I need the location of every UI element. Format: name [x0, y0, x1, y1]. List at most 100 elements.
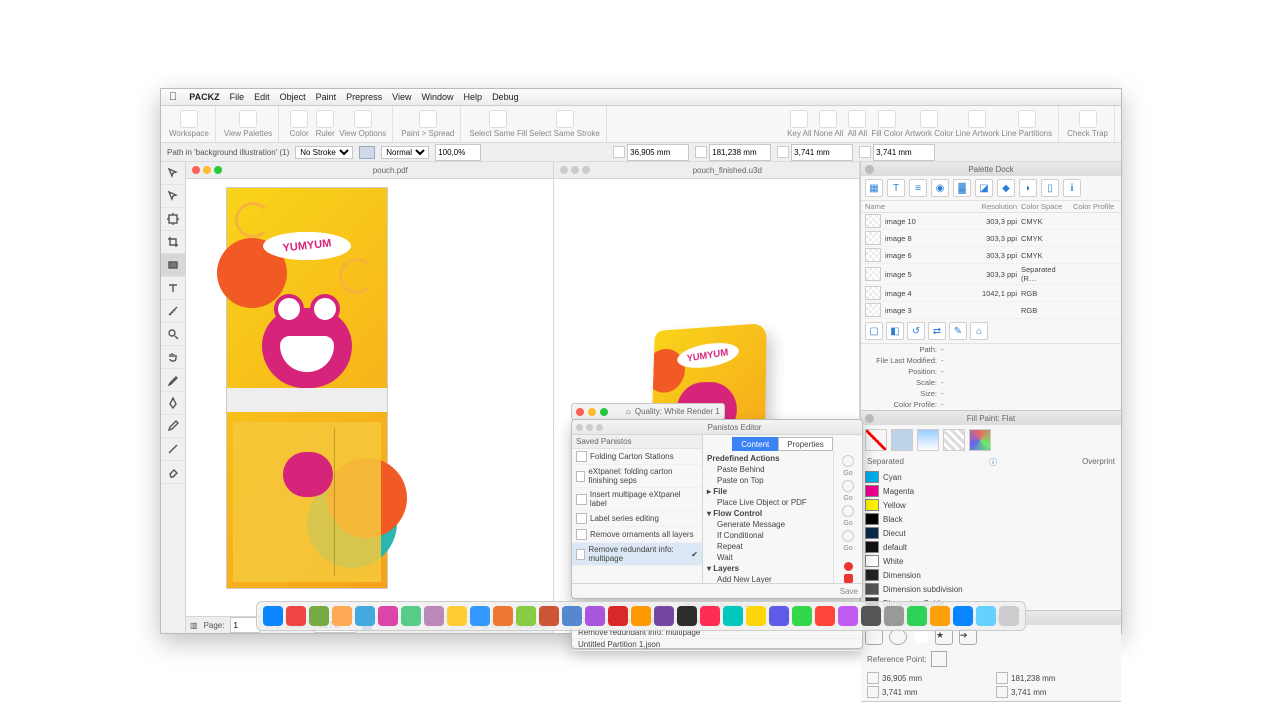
h-input[interactable] — [873, 144, 935, 161]
tool-text[interactable] — [161, 277, 185, 300]
fill-overprint[interactable]: Overprint — [1082, 457, 1115, 468]
dock-app-icon[interactable] — [424, 606, 444, 626]
dock-app-icon[interactable] — [792, 606, 812, 626]
toolbar-select-same-fill[interactable]: Select Same Fill — [469, 110, 527, 138]
toolbar-check-trap[interactable]: Check Trap — [1067, 110, 1108, 138]
img-action-1[interactable]: ▢ — [865, 322, 883, 340]
tab-info-icon[interactable]: i — [1063, 179, 1081, 197]
toolbar-none-all[interactable]: None All — [814, 110, 844, 138]
panisto-item[interactable]: Remove redundant info: multipage✔ — [572, 543, 702, 566]
separation-row[interactable]: White — [861, 554, 1121, 568]
fill-none-icon[interactable] — [865, 429, 887, 451]
separation-row[interactable]: Magenta — [861, 484, 1121, 498]
close-icon[interactable] — [865, 414, 874, 423]
tool-zoom[interactable] — [161, 323, 185, 346]
dock-app-icon[interactable] — [447, 606, 467, 626]
panisto-step-3[interactable] — [842, 505, 854, 517]
mac-menubar[interactable]:  PACKZ File Edit Object Paint Prepress … — [161, 89, 1121, 106]
menu-edit[interactable]: Edit — [254, 92, 270, 102]
menu-object[interactable]: Object — [280, 92, 306, 102]
panistos-editor[interactable]: Panistos Editor Saved Panistos Folding C… — [571, 419, 863, 599]
tool-measure[interactable] — [161, 300, 185, 323]
panisto-item[interactable]: eXtpanel: folding carton finishing seps — [572, 465, 702, 488]
image-row[interactable]: image 8303,3 ppiCMYK — [861, 230, 1121, 247]
separation-row[interactable]: Diecut — [861, 526, 1121, 540]
tab-distort-icon[interactable]: ◪ — [975, 179, 993, 197]
dock-app-icon[interactable] — [608, 606, 628, 626]
palette-dock-tabs[interactable]: ▦ T ≡ ◉ ▓ ◪ ◆ ◗ ▯ i — [861, 176, 1121, 201]
dock-app-icon[interactable] — [309, 606, 329, 626]
menu-paint[interactable]: Paint — [316, 92, 337, 102]
tool-pen[interactable] — [161, 392, 185, 415]
toolbar-ruler[interactable]: Ruler — [313, 110, 337, 138]
toolbar-fill-color[interactable]: Fill Color — [871, 110, 903, 138]
panisto-step-2[interactable] — [842, 480, 854, 492]
shape-x[interactable]: 36,905 mm — [882, 674, 922, 683]
shape-star-icon[interactable]: ★ — [935, 629, 953, 645]
shape-rect-icon[interactable] — [865, 629, 883, 645]
dock-app-icon[interactable] — [654, 606, 674, 626]
menu-debug[interactable]: Debug — [492, 92, 519, 102]
image-row[interactable]: image 3RGB — [861, 302, 1121, 319]
opacity-input[interactable] — [435, 144, 481, 161]
panisto-step-4[interactable] — [842, 530, 854, 542]
tool-hand[interactable] — [161, 346, 185, 369]
fill-info-icon[interactable]: ⓘ — [989, 457, 997, 468]
y-input[interactable] — [709, 144, 771, 161]
img-action-4[interactable]: ⇄ — [928, 322, 946, 340]
tab-text-icon[interactable]: T — [887, 179, 905, 197]
dock-app-icon[interactable] — [286, 606, 306, 626]
toolbar-view-palettes[interactable]: View Palettes — [224, 110, 272, 138]
record-icon[interactable] — [844, 562, 853, 571]
tab-barcode-icon[interactable]: ≡ — [909, 179, 927, 197]
toolbar-paint-spread[interactable]: Paint > Spread — [401, 110, 454, 138]
panisto-item[interactable]: Folding Carton Stations — [572, 449, 702, 465]
dock-app-icon[interactable] — [332, 606, 352, 626]
panisto-step-1[interactable] — [842, 455, 854, 467]
tab-trap-icon[interactable]: ◉ — [931, 179, 949, 197]
dock-app-icon[interactable] — [585, 606, 605, 626]
fill-type-row[interactable] — [861, 425, 1121, 455]
toolbar-view-options[interactable]: View Options — [339, 110, 386, 138]
app-name[interactable]: PACKZ — [189, 92, 219, 102]
menu-view[interactable]: View — [392, 92, 411, 102]
quality-tab[interactable]: ⌂ Quality: White Render 1 — [571, 403, 725, 420]
stroke-select[interactable]: No Stroke — [295, 146, 353, 159]
dock-app-icon[interactable] — [930, 606, 950, 626]
panisto-tab-content[interactable]: Content — [732, 437, 778, 451]
toolbar-select-same-stroke[interactable]: Select Same Stroke — [529, 110, 600, 138]
dock-app-icon[interactable] — [723, 606, 743, 626]
dock-app-icon[interactable] — [493, 606, 513, 626]
dock-app-icon[interactable] — [677, 606, 697, 626]
shape-w[interactable]: 3,741 mm — [882, 688, 918, 697]
panisto-item[interactable]: Label series editing — [572, 511, 702, 527]
toolbar-workspace[interactable]: Workspace — [169, 110, 209, 138]
toolbar-line-artwork[interactable]: Line Artwork — [955, 110, 999, 138]
menu-help[interactable]: Help — [464, 92, 483, 102]
toolbar-artwork-color[interactable]: Artwork Color — [905, 110, 953, 138]
x-input[interactable] — [627, 144, 689, 161]
separation-row[interactable]: Dimension — [861, 568, 1121, 582]
toolbar-color[interactable]: Color — [287, 110, 311, 138]
menu-window[interactable]: Window — [422, 92, 454, 102]
dock-app-icon[interactable] — [953, 606, 973, 626]
dock-app-icon[interactable] — [631, 606, 651, 626]
dock-app-icon[interactable] — [999, 606, 1019, 626]
dock-app-icon[interactable] — [907, 606, 927, 626]
menu-prepress[interactable]: Prepress — [346, 92, 382, 102]
close-icon[interactable] — [865, 165, 874, 174]
dock-app-icon[interactable] — [516, 606, 536, 626]
fill-image-icon[interactable] — [969, 429, 991, 451]
tool-pencil[interactable] — [161, 415, 185, 438]
w-input[interactable] — [791, 144, 853, 161]
tool-selection[interactable] — [161, 162, 185, 185]
canvas-flat[interactable]: YUMYUM — [186, 179, 553, 616]
menu-file[interactable]: File — [230, 92, 245, 102]
image-row[interactable]: image 10303,3 ppiCMYK — [861, 213, 1121, 230]
separation-row[interactable]: default — [861, 540, 1121, 554]
dock-app-icon[interactable] — [769, 606, 789, 626]
panisto-item[interactable]: Remove ornaments all layers — [572, 527, 702, 543]
dock-app-icon[interactable] — [861, 606, 881, 626]
tool-transform[interactable] — [161, 208, 185, 231]
separation-row[interactable]: Yellow — [861, 498, 1121, 512]
